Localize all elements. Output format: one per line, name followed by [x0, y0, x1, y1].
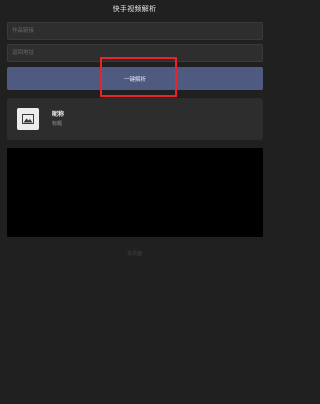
profile-card: 昵称 标题	[7, 98, 263, 140]
avatar	[17, 108, 39, 130]
image-placeholder-icon	[22, 114, 34, 124]
title-label: 标题	[52, 121, 63, 127]
parse-button[interactable]: 一键解析	[7, 67, 263, 90]
nickname: 昵称	[52, 111, 65, 118]
work-link-input[interactable]	[7, 22, 263, 40]
result-address-input[interactable]	[7, 44, 263, 62]
video-player[interactable]	[7, 148, 263, 237]
app-title: 快手视频解析	[112, 5, 157, 13]
footer-note: 本页面	[126, 251, 142, 257]
